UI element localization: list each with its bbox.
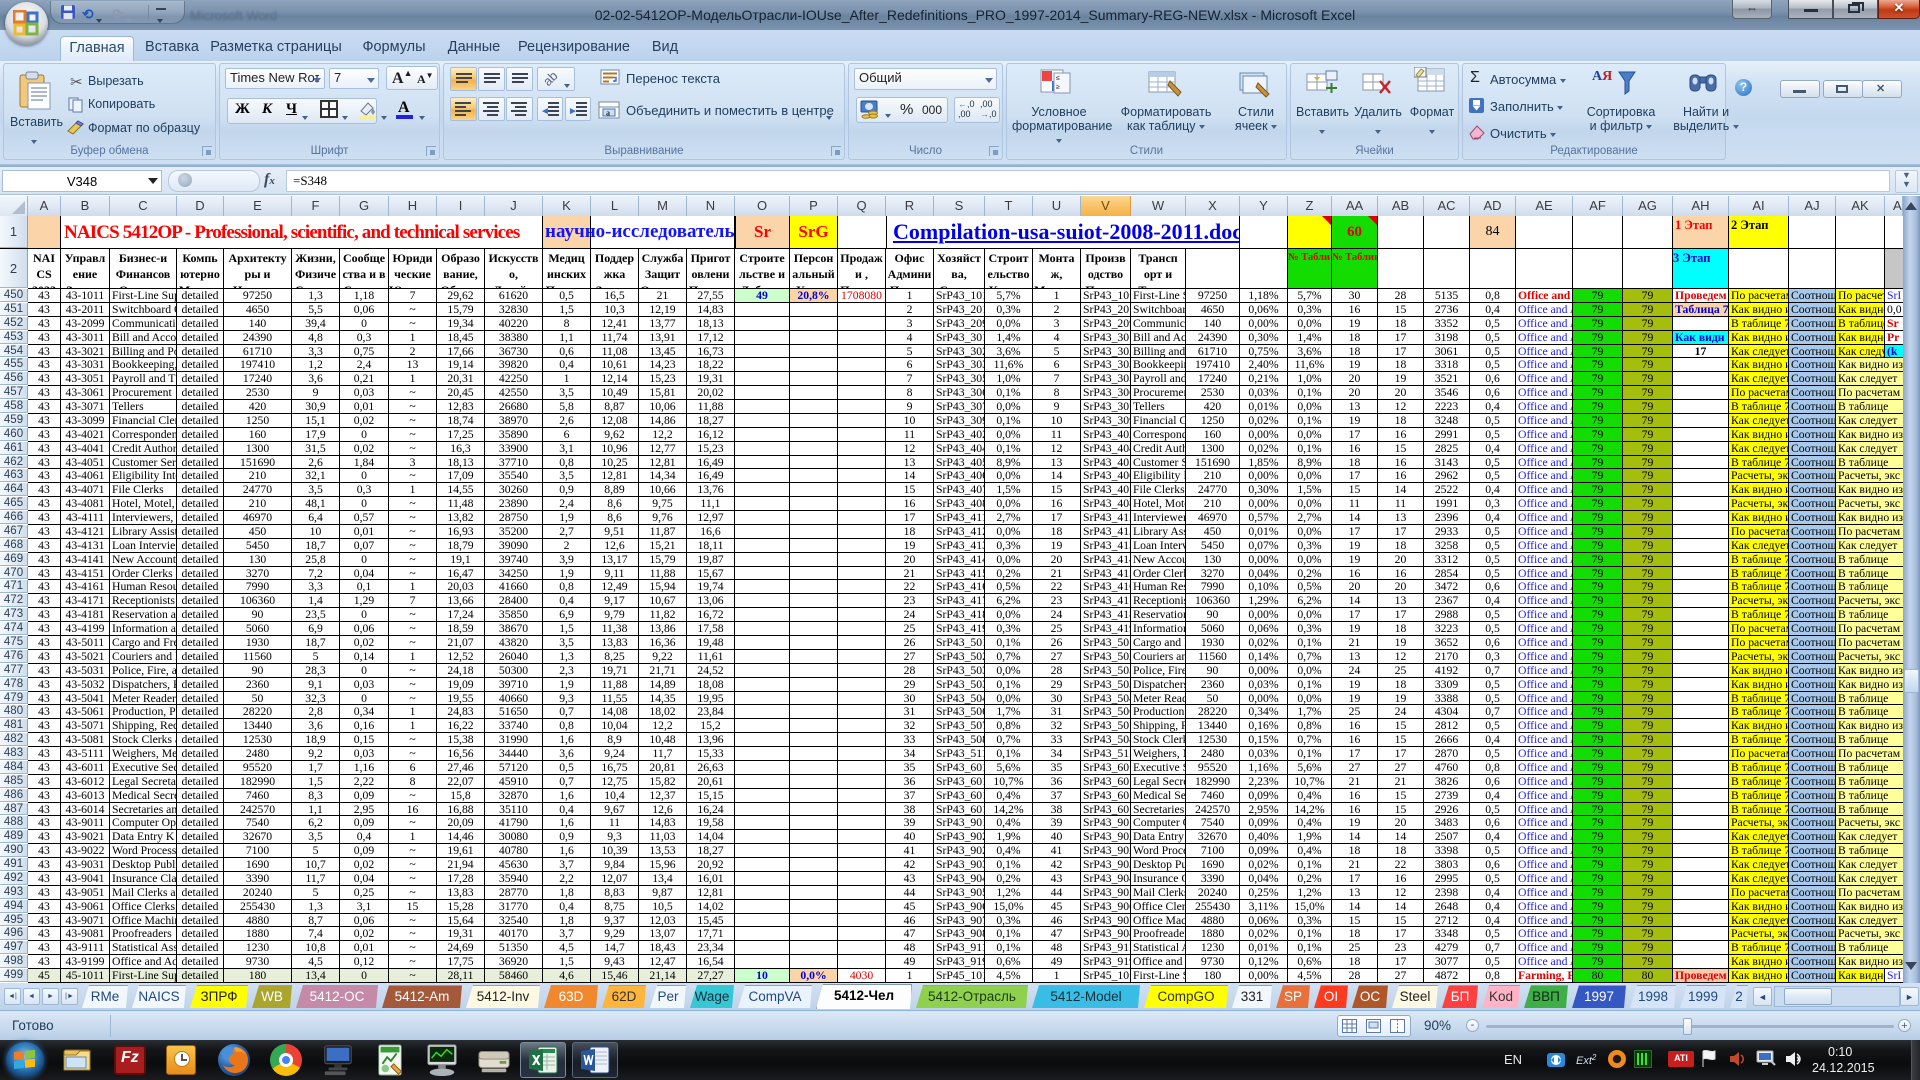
svg-text:≤: ≤ xyxy=(1056,75,1060,82)
svg-text:≥: ≥ xyxy=(1056,84,1060,91)
svg-text:a: a xyxy=(606,109,610,118)
